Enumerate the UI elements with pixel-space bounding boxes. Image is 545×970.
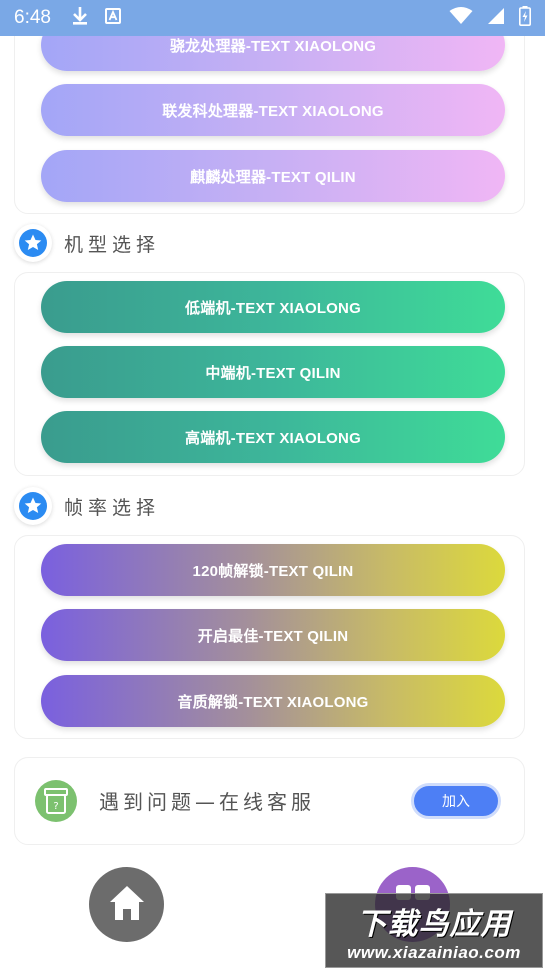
model-button-low-end[interactable]: 低端机-TEXT XIAOLONG (41, 281, 505, 333)
button-label: 高端机-TEXT XIAOLONG (185, 429, 361, 447)
model-button-mid-range[interactable]: 中端机-TEXT QILIN (41, 346, 505, 398)
help-box-icon: ? (35, 780, 77, 822)
section-title: 帧率选择 (64, 496, 161, 519)
section-title: 机型选择 (64, 233, 161, 256)
model-card: 低端机-TEXT XIAOLONG 中端机-TEXT QILIN 高端机-TEX… (14, 272, 525, 476)
framerate-button-120fps[interactable]: 120帧解锁-TEXT QILIN (41, 544, 505, 596)
button-label: 低端机-TEXT XIAOLONG (185, 299, 361, 317)
support-text: 遇到问题—在线客服 (99, 790, 315, 814)
watermark-title: 下载鸟应用 (356, 906, 512, 942)
model-button-high-end[interactable]: 高端机-TEXT XIAOLONG (41, 411, 505, 463)
framerate-button-best[interactable]: 开启最佳-TEXT QILIN (41, 609, 505, 661)
button-label: 音质解锁-TEXT XIAOLONG (177, 693, 369, 711)
battery-charging-icon (519, 6, 531, 30)
button-label: 中端机-TEXT QILIN (205, 364, 341, 382)
star-icon (14, 487, 52, 525)
support-card: ? 遇到问题—在线客服 加入 (14, 757, 525, 845)
home-button[interactable] (89, 867, 164, 942)
model-section-header: 机型选择 (14, 223, 160, 263)
framerate-card: 120帧解锁-TEXT QILIN 开启最佳-TEXT QILIN 音质解锁-T… (14, 535, 525, 739)
status-bar: 6:48 (0, 0, 545, 36)
status-time: 6:48 (14, 7, 51, 28)
signal-icon (487, 7, 505, 29)
framerate-section-header: 帧率选择 (14, 486, 160, 526)
processor-button-kirin[interactable]: 麒麟处理器-TEXT QILIN (41, 150, 505, 202)
a-box-icon (104, 8, 121, 28)
download-icon (71, 6, 89, 30)
home-icon (107, 883, 147, 927)
star-icon (14, 224, 52, 262)
button-label: 麒麟处理器-TEXT QILIN (190, 168, 356, 186)
processor-button-mediatek[interactable]: 联发科处理器-TEXT XIAOLONG (41, 84, 505, 136)
button-label: 120帧解锁-TEXT QILIN (192, 562, 354, 580)
button-label: 联发科处理器-TEXT XIAOLONG (162, 102, 384, 120)
join-button[interactable]: 加入 (411, 783, 501, 819)
watermark: 下载鸟应用 www.xiazainiao.com (325, 893, 543, 968)
button-label: 开启最佳-TEXT QILIN (197, 627, 349, 645)
watermark-url: www.xiazainiao.com (347, 942, 521, 962)
framerate-button-audio[interactable]: 音质解锁-TEXT XIAOLONG (41, 675, 505, 727)
svg-text:?: ? (53, 801, 58, 812)
wifi-icon (449, 7, 473, 29)
button-label: 骁龙处理器-TEXT XIAOLONG (169, 37, 377, 55)
